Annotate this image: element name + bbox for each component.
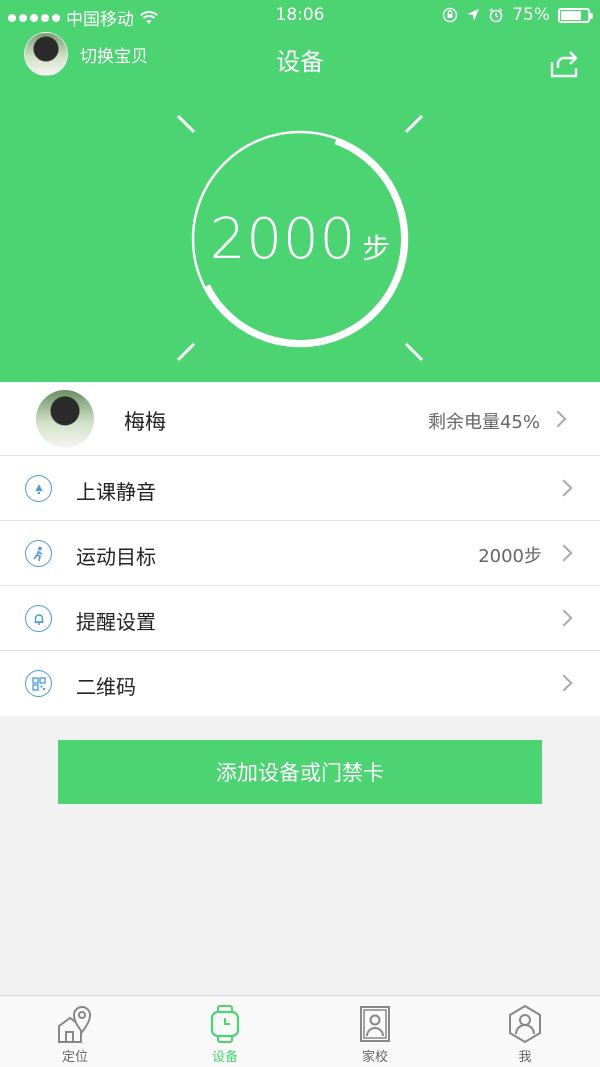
device-owner-name: 梅梅 xyxy=(124,410,166,434)
tab-home-school[interactable]: 家校 xyxy=(300,996,450,1067)
tab-bar: 定位 设备 家校 我 xyxy=(0,995,600,1067)
page-title: 设备 xyxy=(276,48,324,76)
alarm-icon xyxy=(489,8,503,23)
tab-label: 我 xyxy=(518,1050,532,1065)
bell-mute-icon xyxy=(25,475,52,502)
location-icon xyxy=(58,1006,92,1043)
school-photo-icon xyxy=(360,1006,390,1042)
setting-label: 运动目标 xyxy=(76,545,156,569)
chevron-right-icon xyxy=(549,410,567,428)
step-count: 2000 步 xyxy=(191,130,409,348)
running-person-icon xyxy=(25,540,52,567)
setting-label: 上课静音 xyxy=(76,480,156,504)
step-count-value: 2000 xyxy=(209,206,357,272)
tab-me[interactable]: 我 xyxy=(450,996,600,1067)
bell-icon xyxy=(25,605,52,632)
setting-row-class-mute[interactable]: 上课静音 xyxy=(0,456,600,521)
location-arrow-icon xyxy=(467,9,480,21)
device-settings-list: 梅梅 剩余电量45% 上课静音 运动目标 2000步 提醒设置 二维码 xyxy=(0,382,600,716)
tab-label: 家校 xyxy=(361,1050,388,1065)
setting-label: 二维码 xyxy=(76,675,136,699)
tab-location[interactable]: 定位 xyxy=(0,996,150,1067)
device-battery-text: 剩余电量45% xyxy=(427,412,540,433)
chevron-right-icon xyxy=(555,544,573,562)
step-count-unit: 步 xyxy=(362,232,391,265)
tab-device[interactable]: 设备 xyxy=(150,996,300,1067)
tab-label: 定位 xyxy=(61,1050,88,1065)
orientation-lock-icon xyxy=(442,7,458,23)
header: 中国移动 18:06 75% 切换宝贝 设备 2000 步 xyxy=(0,0,600,382)
status-bar: 中国移动 18:06 75% xyxy=(0,0,600,30)
battery-percent: 75% xyxy=(512,5,550,25)
profile-icon xyxy=(509,1004,541,1044)
setting-value: 2000步 xyxy=(478,546,542,567)
share-icon[interactable] xyxy=(548,48,580,80)
battery-icon xyxy=(558,7,593,23)
device-profile-row[interactable]: 梅梅 剩余电量45% xyxy=(0,382,600,456)
chevron-right-icon xyxy=(555,609,573,627)
setting-row-reminder[interactable]: 提醒设置 xyxy=(0,586,600,651)
tab-label: 设备 xyxy=(211,1050,238,1065)
chevron-right-icon xyxy=(555,479,573,497)
device-avatar xyxy=(36,390,94,448)
add-device-or-access-card-button[interactable]: 添加设备或门禁卡 xyxy=(58,740,542,804)
qr-code-icon xyxy=(25,670,52,697)
watch-icon xyxy=(210,1005,240,1043)
chevron-right-icon xyxy=(555,674,573,692)
setting-row-exercise-goal[interactable]: 运动目标 2000步 xyxy=(0,521,600,586)
setting-label: 提醒设置 xyxy=(76,610,156,634)
setting-row-qr-code[interactable]: 二维码 xyxy=(0,651,600,716)
